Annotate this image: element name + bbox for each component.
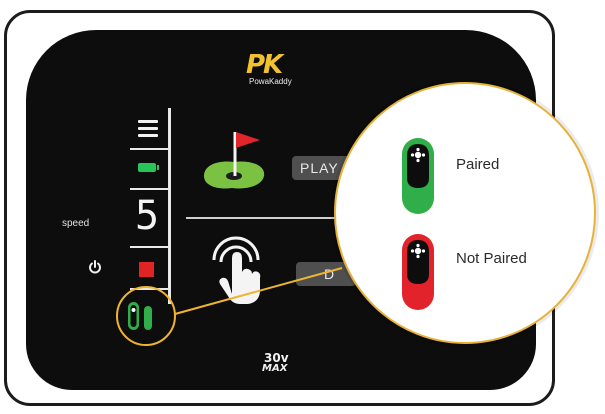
brand-mark: PK xyxy=(246,50,283,80)
stop-button[interactable] xyxy=(139,262,154,277)
zoom-magnifier: Paired Not Paired xyxy=(334,82,596,344)
golf-green-flag-icon xyxy=(198,124,270,196)
panel-tick xyxy=(130,148,170,150)
panel-tick xyxy=(130,246,170,248)
hand-touch-icon xyxy=(204,232,270,308)
paired-status-icon xyxy=(402,138,434,214)
not-paired-status-icon xyxy=(402,234,434,310)
model-suffix: MAX xyxy=(262,363,288,374)
paired-label: Paired xyxy=(456,156,500,173)
brand-name: PowaKaddy xyxy=(249,77,292,86)
not-paired-label: Not Paired xyxy=(456,250,527,267)
menu-icon[interactable] xyxy=(138,120,158,138)
speed-label: speed xyxy=(62,218,90,229)
pairing-status-icon xyxy=(126,300,156,332)
power-icon[interactable] xyxy=(88,260,102,274)
brand-logo: PK PowaKaddy xyxy=(246,52,308,88)
illustration-canvas: PK PowaKaddy speed 5 PLAY D 30v MAX Pair… xyxy=(0,0,605,414)
panel-divider xyxy=(168,108,171,304)
speed-value: 5 xyxy=(134,193,160,239)
model-badge: 30v MAX xyxy=(262,352,292,376)
panel-tick xyxy=(130,188,170,190)
battery-icon xyxy=(138,163,159,172)
